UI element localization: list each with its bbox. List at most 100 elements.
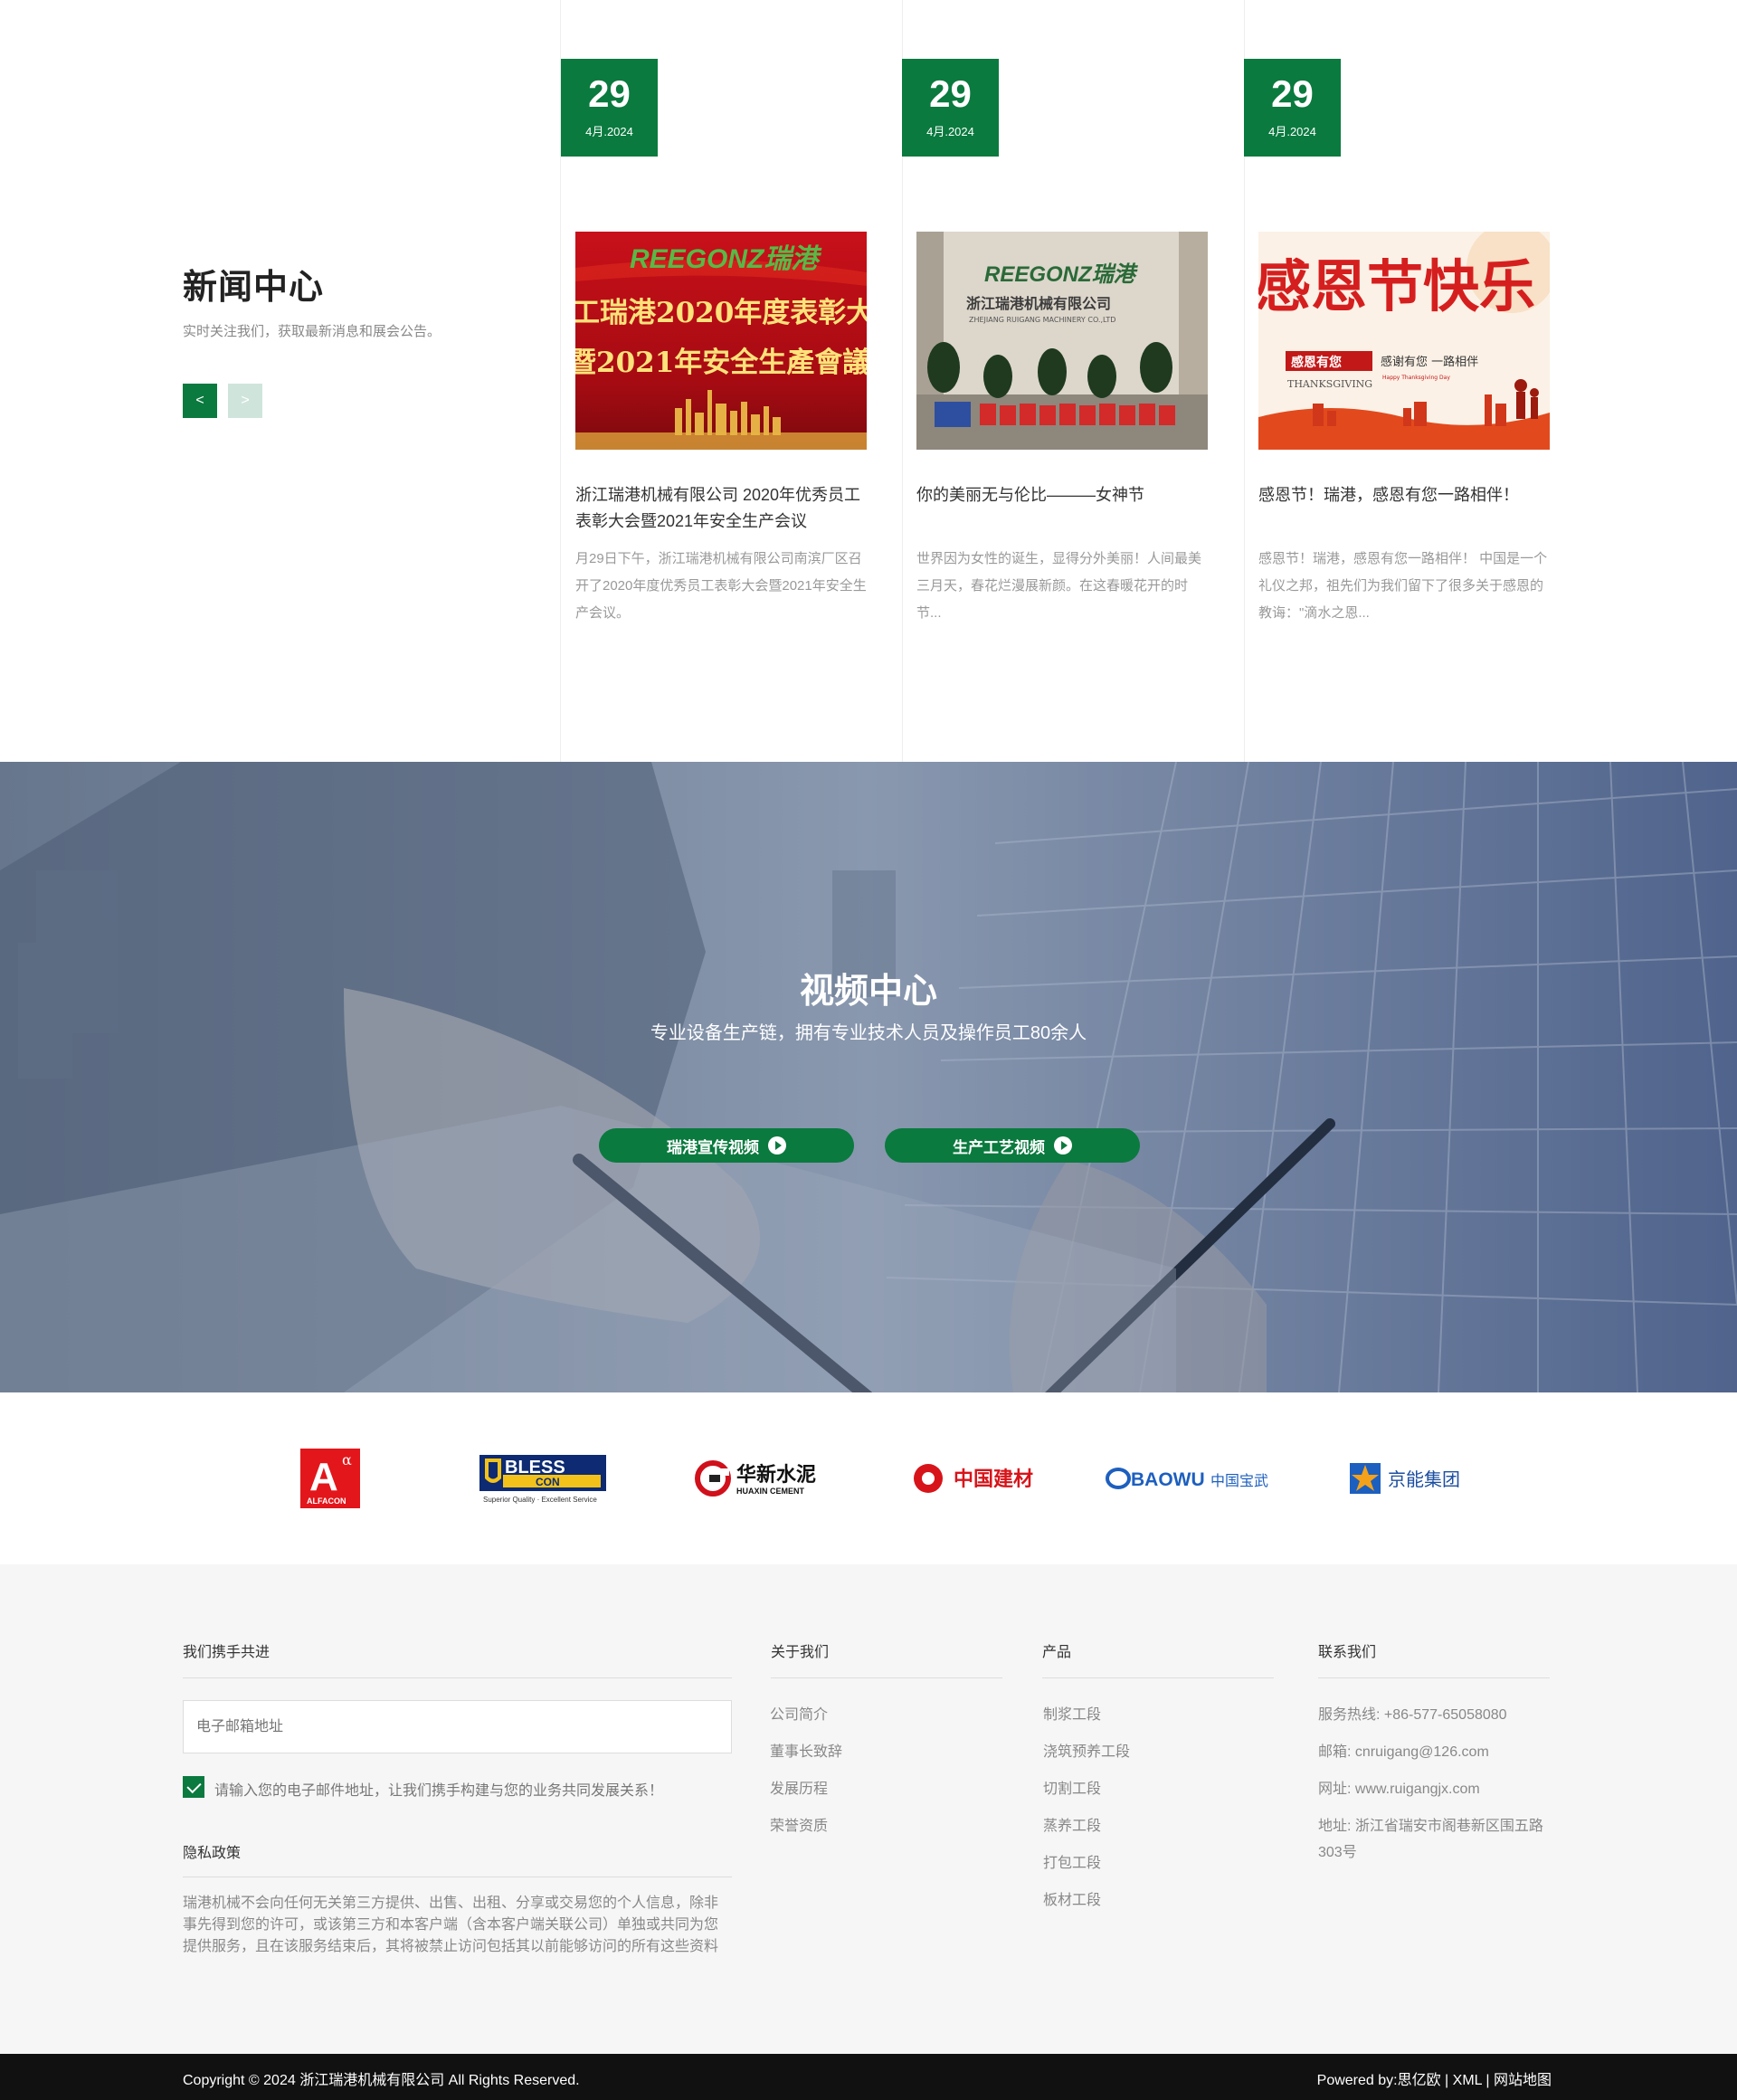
copyright-bar: Copyright © 2024 浙江瑞港机械有限公司 All Rights R…	[0, 2054, 1737, 2100]
svg-text:THANKSGIVING: THANKSGIVING	[1287, 378, 1372, 390]
contact-email[interactable]: 邮箱: cnruigang@126.com	[1318, 1739, 1489, 1761]
svg-text:Happy Thanksgiving Day: Happy Thanksgiving Day	[1382, 375, 1450, 381]
svg-text:ALFACON: ALFACON	[307, 1497, 346, 1506]
contact-website[interactable]: 网址: www.ruigangjx.com	[1318, 1776, 1480, 1798]
video-overlay	[0, 762, 1737, 1392]
svg-text:A: A	[309, 1455, 338, 1499]
video-section: 视频中心 专业设备生产链，拥有专业技术人员及操作员工80余人 瑞港宣传视频 生产…	[0, 762, 1737, 1392]
news-date-day: 29	[929, 72, 972, 115]
footer-link-chairman-speech[interactable]: 董事长致辞	[770, 1739, 842, 1761]
carousel-next-button[interactable]: >	[228, 384, 262, 418]
contact-heading: 联系我们	[1318, 1645, 1377, 1660]
news-date-month: 4月.2024	[926, 125, 974, 138]
play-icon	[768, 1136, 786, 1155]
news-date-day: 29	[1271, 72, 1314, 115]
promo-video-button[interactable]: 瑞港宣传视频	[599, 1128, 854, 1163]
products-heading: 产品	[1042, 1645, 1072, 1660]
subscribe-heading: 我们携手共进	[183, 1645, 271, 1660]
powered-by-links[interactable]: Powered by:思亿欧 | XML | 网站地图	[1317, 2067, 1552, 2089]
jingneng-logo[interactable]: 京能集团	[1348, 1447, 1467, 1510]
news-excerpt: 月29日下午，浙江瑞港机械有限公司南滨厂区召开了2020年度优秀员工表彰大会暨2…	[575, 551, 867, 621]
divider	[1318, 1677, 1550, 1678]
huaxin-logo-image: 华新水泥 HUAXIN CEMENT	[695, 1460, 816, 1497]
news-title[interactable]: 感恩节！瑞港，感恩有您一路相伴！	[1258, 482, 1550, 508]
news-card[interactable]: 29 4月.2024 REEGONZ瑞港 浙江瑞港机械有限公司 ZHEJIANG…	[902, 0, 1244, 762]
svg-text:ZHEJIANG RUIGANG MACHINERY CO.: ZHEJIANG RUIGANG MACHINERY CO.,LTD	[969, 316, 1115, 324]
news-section: 新闻中心 实时关注我们，获取最新消息和展会公告。 < > 29 4月.2024 …	[0, 0, 1737, 762]
svg-text:BAOWU: BAOWU	[1131, 1469, 1205, 1490]
news-date-month: 4月.2024	[1268, 125, 1316, 138]
svg-text:HUAXIN CEMENT: HUAXIN CEMENT	[736, 1487, 805, 1496]
footer-link-product[interactable]: 浇筑预养工段	[1043, 1739, 1130, 1761]
site-footer: 我们携手共进 请输入您的电子邮件地址，让我们携手构建与您的业务共同发展关系！ 隐…	[0, 1564, 1737, 2054]
play-icon	[1054, 1136, 1072, 1155]
video-section-title: 视频中心	[799, 973, 937, 1011]
carousel-prev-button[interactable]: <	[183, 384, 217, 418]
divider	[1042, 1677, 1274, 1678]
cnbm-logo[interactable]: 中国建材	[912, 1447, 1040, 1510]
news-intro: 新闻中心 实时关注我们，获取最新消息和展会公告。	[183, 259, 545, 340]
agree-checkbox-label: 请输入您的电子邮件地址，让我们携手构建与您的业务共同发展关系！	[214, 1783, 664, 1799]
process-video-button[interactable]: 生产工艺视频	[885, 1128, 1140, 1163]
cnbm-logo-image: 中国建材	[914, 1464, 1033, 1493]
svg-text:工瑞港2020年度表彰大: 工瑞港2020年度表彰大	[575, 297, 867, 329]
svg-text:暨2021年安全生產會議: 暨2021年安全生產會議	[575, 347, 867, 379]
news-image[interactable]: REEGONZ瑞港 工瑞港2020年度表彰大 暨2021年安全生產會議	[575, 232, 867, 450]
divider	[183, 1677, 732, 1678]
alfacon-logo-image: A α ALFACON	[300, 1449, 360, 1508]
baowu-logo[interactable]: BAOWU 中国宝武	[1106, 1447, 1279, 1510]
news-date-month: 4月.2024	[585, 125, 633, 138]
svg-text:中国宝武: 中国宝武	[1210, 1472, 1268, 1489]
news-title[interactable]: 你的美丽无与伦比———女神节	[916, 482, 1208, 508]
news-title[interactable]: 浙江瑞港机械有限公司 2020年优秀员工表彰大会暨2021年安全生产会议	[575, 482, 867, 535]
footer-link-company-profile[interactable]: 公司简介	[770, 1702, 828, 1724]
news-image[interactable]: REEGONZ瑞港 浙江瑞港机械有限公司 ZHEJIANG RUIGANG MA…	[916, 232, 1208, 450]
svg-text:感恩节快乐: 感恩节快乐	[1258, 253, 1535, 319]
news-excerpt: 感恩节！瑞港，感恩有您一路相伴！ 中国是一个礼仪之邦，祖先们为我们留下了很多关于…	[1258, 551, 1548, 621]
contact-address: 地址: 浙江省瑞安市阁巷新区围五路303号	[1318, 1819, 1543, 1860]
svg-text:中国建材: 中国建材	[954, 1468, 1033, 1491]
news-date-badge: 29 4月.2024	[561, 59, 658, 157]
company-lobby-image: REEGONZ瑞港 浙江瑞港机械有限公司 ZHEJIANG RUIGANG MA…	[916, 232, 1208, 450]
award-ceremony-image: REEGONZ瑞港 工瑞港2020年度表彰大 暨2021年安全生產會議	[575, 232, 867, 450]
huaxin-cement-logo[interactable]: 华新水泥 HUAXIN CEMENT	[695, 1447, 827, 1510]
footer-link-product[interactable]: 蒸养工段	[1043, 1813, 1101, 1835]
svg-text:感谢有您 一路相伴: 感谢有您 一路相伴	[1381, 355, 1478, 369]
footer-link-honors[interactable]: 荣誉资质	[770, 1813, 828, 1835]
news-section-title: 新闻中心	[183, 269, 325, 307]
privacy-heading: 隐私政策	[183, 1846, 242, 1861]
news-date-badge: 29 4月.2024	[1244, 59, 1341, 157]
baowu-logo-image: BAOWU 中国宝武	[1106, 1468, 1268, 1490]
blesscon-logo[interactable]: BLESS CON Superior Quality · Excellent S…	[479, 1447, 613, 1510]
svg-text:CON: CON	[536, 1476, 560, 1488]
svg-text:REEGONZ瑞港: REEGONZ瑞港	[630, 244, 822, 274]
footer-link-history[interactable]: 发展历程	[770, 1776, 828, 1798]
divider	[771, 1677, 1002, 1678]
svg-text:BLESS: BLESS	[505, 1458, 565, 1478]
news-date-badge: 29 4月.2024	[902, 59, 999, 157]
agree-checkbox[interactable]	[183, 1776, 204, 1798]
alfacon-logo[interactable]: A α ALFACON	[300, 1447, 360, 1510]
email-input[interactable]	[183, 1700, 732, 1753]
jingneng-logo-image: 京能集团	[1350, 1463, 1460, 1494]
svg-text:REEGONZ瑞港: REEGONZ瑞港	[984, 262, 1139, 287]
footer-link-product[interactable]: 制浆工段	[1043, 1702, 1101, 1724]
svg-text:Superior Quality · Excellent S: Superior Quality · Excellent Service	[483, 1496, 597, 1504]
promo-video-label: 瑞港宣传视频	[667, 1138, 759, 1156]
news-section-subtitle: 实时关注我们，获取最新消息和展会公告。	[183, 324, 441, 339]
process-video-label: 生产工艺视频	[953, 1138, 1045, 1156]
svg-text:α: α	[342, 1451, 352, 1468]
contact-hotline: 服务热线: +86-577-65058080	[1318, 1707, 1507, 1723]
svg-text:感恩有您: 感恩有您	[1291, 355, 1342, 370]
about-heading: 关于我们	[771, 1645, 830, 1660]
svg-text:京能集团: 京能集团	[1388, 1468, 1460, 1490]
video-section-subtitle: 专业设备生产链，拥有专业技术人员及操作员工80余人	[650, 1023, 1087, 1043]
privacy-text: 瑞港机械不会向任何无关第三方提供、出售、出租、分享或交易您的个人信息，除非事先得…	[183, 1896, 719, 1954]
news-image[interactable]: 感恩节快乐 感恩有您 感谢有您 一路相伴 THANKSGIVING Happy …	[1258, 232, 1550, 450]
footer-link-product[interactable]: 打包工段	[1043, 1850, 1101, 1872]
news-card[interactable]: 29 4月.2024 REEGONZ瑞港 工瑞港2020年度表彰大 暨2021年…	[561, 0, 903, 762]
news-card[interactable]: 29 4月.2024 感恩节快乐 感恩有您 感谢有您 一路相伴 THANKSGI…	[1244, 0, 1586, 762]
footer-link-product[interactable]: 板材工段	[1043, 1887, 1101, 1909]
footer-link-product[interactable]: 切割工段	[1043, 1776, 1101, 1798]
news-excerpt: 世界因为女性的诞生，显得分外美丽！人间最美三月天，春花烂漫展新颜。在这春暖花开的…	[916, 551, 1202, 621]
